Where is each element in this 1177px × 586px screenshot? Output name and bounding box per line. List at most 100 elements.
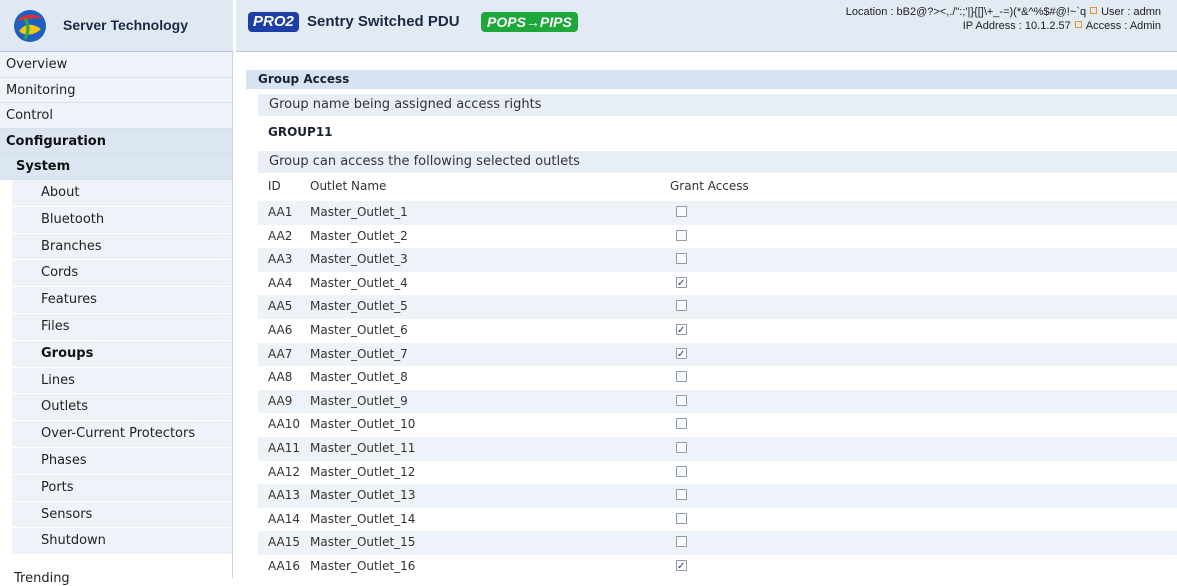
outlet-id: AA15 [268,535,301,550]
grant-access-checkbox[interactable] [676,371,687,383]
table-row: AA11 Master_Outlet_11 [258,437,1177,461]
outlets-heading: Group can access the following selected … [258,151,1177,173]
nav-cords[interactable]: Cords [12,260,232,288]
outlet-name: Master_Outlet_14 [310,511,416,526]
grant-access-checkbox[interactable] [676,272,687,295]
outlet-id: AA14 [268,511,301,526]
table-row: AA14 Master_Outlet_14 [258,508,1177,532]
outlet-id: AA2 [268,228,293,243]
table-row: AA4 Master_Outlet_4 [258,272,1177,296]
table-row: AA15 Master_Outlet_15 [258,531,1177,555]
nav-sensors[interactable]: Sensors [12,501,232,529]
outlet-name: Master_Outlet_9 [310,393,408,408]
outlet-name: Master_Outlet_1 [310,205,408,219]
grant-access-checkbox[interactable] [676,465,687,477]
outlet-name: Master_Outlet_10 [310,417,416,432]
nav-bluetooth[interactable]: Bluetooth [12,206,232,234]
outlet-name: Master_Outlet_3 [310,252,408,267]
grant-access-checkbox[interactable] [676,536,687,548]
sidebar-nav: Overview Monitoring Control Configuratio… [0,52,233,586]
grant-access-checkbox[interactable] [676,442,687,453]
grant-access-checkbox[interactable] [676,343,687,366]
separator-square-icon [1090,7,1098,14]
table-row: AA10 Master_Outlet_10 [258,413,1177,437]
nav-control[interactable]: Control [0,103,232,129]
column-header-id: ID [268,179,281,193]
outlet-name: Master_Outlet_15 [310,535,416,550]
grant-access-checkbox[interactable] [676,229,687,241]
nav-about[interactable]: About [12,180,232,207]
user-label: User : admn [1101,6,1161,18]
grant-access-checkbox[interactable] [676,253,687,265]
table-row: AA12 Master_Outlet_12 [258,461,1177,485]
outlet-name: Master_Outlet_6 [310,323,408,337]
nav-shutdown[interactable]: Shutdown [12,528,232,556]
outlet-name: Master_Outlet_12 [310,464,416,479]
table-row: AA9 Master_Outlet_9 [258,389,1177,414]
table-row: AA8 Master_Outlet_8 [258,366,1177,390]
group-name-heading: Group name being assigned access rights [258,94,1177,116]
outlet-id: AA7 [268,346,293,361]
grant-access-checkbox[interactable] [676,300,687,312]
header-bar: PRO2 Sentry Switched PDU POPS→PIPS Locat… [236,0,1177,52]
pro2-badge: PRO2 [248,12,299,32]
product-title: Sentry Switched PDU [307,13,460,30]
nav-files[interactable]: Files [12,313,232,341]
nav-overflow: Trending [0,571,1177,586]
server-technology-logo-icon [14,10,46,42]
table-row: AA16 Master_Outlet_16 [258,555,1177,579]
outlet-name: Master_Outlet_16 [310,559,416,573]
outlet-id: AA12 [268,464,301,479]
outlet-name: Master_Outlet_11 [310,441,416,455]
grant-access-checkbox[interactable] [676,319,687,342]
grant-access-checkbox[interactable] [676,555,687,578]
pops-pips-badge: POPS→PIPS [481,12,578,32]
outlet-id: AA9 [268,393,293,408]
nav-features[interactable]: Features [12,287,232,314]
brand-name: Server Technology [63,17,189,33]
table-row: AA1 Master_Outlet_1 [258,201,1177,225]
nav-trending[interactable]: Trending [14,571,70,586]
outlet-id: AA6 [268,323,293,337]
nav-branches[interactable]: Branches [12,233,232,261]
nav-lines[interactable]: Lines [12,367,232,395]
grant-access-checkbox[interactable] [676,489,687,501]
outlet-name: Master_Outlet_4 [310,275,408,290]
separator-square-icon [1074,21,1082,28]
table-row: AA2 Master_Outlet_2 [258,225,1177,249]
nav-monitoring[interactable]: Monitoring [0,77,232,103]
grant-access-checkbox[interactable] [676,418,687,430]
nav-phases[interactable]: Phases [12,447,232,475]
outlet-name: Master_Outlet_7 [310,346,408,361]
group-name: GROUP11 [268,125,333,139]
table-row: AA13 Master_Outlet_13 [258,484,1177,508]
table-row: AA3 Master_Outlet_3 [258,248,1177,272]
outlet-id: AA3 [268,252,293,267]
grant-access-checkbox[interactable] [676,206,687,217]
table-row: AA5 Master_Outlet_5 [258,295,1177,319]
nav-over-current-protectors[interactable]: Over-Current Protectors [12,421,232,448]
nav-ports[interactable]: Ports [12,474,232,502]
table-row: AA7 Master_Outlet_7 [258,342,1177,367]
nav-outlets[interactable]: Outlets [12,394,232,422]
column-header-outlet-name: Outlet Name [310,179,387,193]
table-row: AA6 Master_Outlet_6 [258,319,1177,343]
brand-bar: Server Technology [0,0,233,52]
grant-access-checkbox[interactable] [676,512,687,524]
grant-access-checkbox[interactable] [676,394,687,406]
nav-groups[interactable]: Groups [12,340,232,368]
outlet-name: Master_Outlet_5 [310,299,408,314]
location-label: Location : bB2@?><,./":;'|}{[]\+_-=)(*&^… [845,6,1087,18]
outlet-id: AA1 [268,205,293,219]
outlet-id: AA10 [268,417,301,432]
outlet-name: Master_Outlet_13 [310,488,416,503]
nav-configuration[interactable]: Configuration [0,128,232,154]
ip-address-label: IP Address : 10.1.2.57 [962,20,1071,32]
session-info: Location : bB2@?><,./":;'|}{[]\+_-=)(*&^… [846,5,1161,33]
nav-overview[interactable]: Overview [0,52,232,78]
outlet-name: Master_Outlet_8 [310,370,408,385]
outlet-id: AA8 [268,370,293,385]
nav-system[interactable]: System [0,154,232,180]
outlet-id: AA5 [268,299,293,314]
access-label: Access : Admin [1085,20,1161,32]
